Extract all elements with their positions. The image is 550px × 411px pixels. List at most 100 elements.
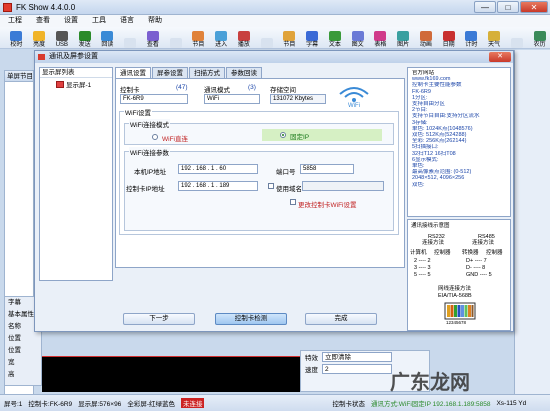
change-wifi-checkbox[interactable] xyxy=(290,199,296,205)
main-title-bar: FK Show 4.4.0.0 — □ ✕ xyxy=(0,0,550,15)
svg-text:WiFi: WiFi xyxy=(348,103,360,108)
wifi-direct-radio[interactable] xyxy=(152,134,158,140)
toolbar-label: 发送 xyxy=(78,42,91,48)
toolbar-button[interactable]: 动画 xyxy=(416,27,437,49)
wifi-mode-title: WiFi连接模式 xyxy=(129,119,170,129)
pc-label: 计算机 xyxy=(410,250,427,256)
net-pins: 12345678 xyxy=(446,320,467,325)
toolbar-button[interactable]: 节目 xyxy=(279,27,300,49)
toolbar-icon xyxy=(146,31,159,41)
wifi-icon: WiFi xyxy=(339,87,369,108)
close-button[interactable]: ✕ xyxy=(520,1,548,13)
toolbar-button[interactable]: 查看 xyxy=(143,27,164,49)
toolbar-button[interactable]: 回读 xyxy=(97,27,118,49)
converter-label: 转换器 xyxy=(462,250,479,256)
status-comm: 通讯方式:WiFi固定IP 192.168.1.189:5858 xyxy=(370,401,491,408)
rs485-row: D- ---- 8 xyxy=(466,265,486,271)
toolbar-button[interactable]: 表格 xyxy=(370,27,391,49)
menu-item[interactable]: 工程 xyxy=(8,15,22,27)
toolbar-button[interactable]: 计时 xyxy=(461,27,482,49)
menu-item[interactable]: 设置 xyxy=(64,15,78,27)
minimize-button[interactable]: — xyxy=(474,1,496,13)
comm-mode-select[interactable]: WiFi xyxy=(204,94,260,104)
toolbar-button[interactable] xyxy=(120,27,141,49)
fixed-ip-radio[interactable] xyxy=(280,132,286,138)
toolbar-button[interactable]: 进入 xyxy=(211,27,232,49)
toolbar-icon xyxy=(33,31,46,41)
menu-item[interactable]: 语言 xyxy=(120,15,134,27)
local-ip-input[interactable]: 192 . 168 . 1 . 60 xyxy=(178,164,258,174)
screen-list-item[interactable]: 显示屏-1 xyxy=(40,78,112,90)
toolbar-icon xyxy=(351,31,364,41)
next-step-button[interactable]: 下一步 xyxy=(123,313,195,325)
toolbar-button[interactable]: 亮度 xyxy=(29,27,50,49)
menu-item[interactable]: 工具 xyxy=(92,15,106,27)
use-domain-label: 使用域名 xyxy=(276,186,302,193)
net-title: 网线连接方法 xyxy=(438,286,472,292)
toolbar: 校时 亮度 USB 发送 回读 查看 节目 进入 播放 节目 字幕 文本 图文 表格 图片 动画 日期 计时 天气 农… xyxy=(0,27,550,49)
comm-settings-panel: 控制卡 (47) FK-6R9 通讯模式 (3) WiFi 存储空间 13107… xyxy=(115,78,405,268)
status-connection: 未连接 xyxy=(180,398,205,408)
app-icon xyxy=(3,3,12,12)
wiring-diagram-panel: 通讯接线示意图 RS232 连接方法 RS485 连接方法 计算机 控制器 转换… xyxy=(407,219,511,331)
toolbar-button[interactable]: 播放 xyxy=(234,27,255,49)
port-input[interactable]: 5858 xyxy=(300,164,354,174)
status-display: 显示屏:576×96 xyxy=(78,401,122,408)
effect-label: 特效 xyxy=(305,355,318,362)
screen-item-label: 显示屏-1 xyxy=(66,82,92,89)
finish-button[interactable]: 完成 xyxy=(305,313,377,325)
toolbar-button[interactable]: 发送 xyxy=(74,27,95,49)
toolbar-button[interactable]: 天气 xyxy=(484,27,505,49)
toolbar-label: 校时 xyxy=(10,42,23,48)
toolbar-button[interactable]: 文本 xyxy=(325,27,346,49)
toolbar-button[interactable]: 图文 xyxy=(347,27,368,49)
dialog-close-button[interactable]: ✕ xyxy=(489,52,511,62)
domain-input[interactable] xyxy=(302,181,384,191)
menu-item[interactable]: 帮助 xyxy=(148,15,162,27)
property-row: 宽 xyxy=(8,359,15,366)
toolbar-button[interactable]: 校时 xyxy=(6,27,27,49)
toolbar-label: 日期 xyxy=(442,42,455,48)
toolbar-icon xyxy=(55,31,68,41)
storage-value: 131072 Kbytes xyxy=(270,94,326,104)
toolbar-label: USB xyxy=(55,42,69,48)
toolbar-label: 动画 xyxy=(419,42,432,48)
rs485-row: GND ---- 5 xyxy=(466,272,492,278)
toolbar-icon xyxy=(10,31,23,41)
led-preview xyxy=(42,356,300,392)
card-select[interactable]: FK-6R9 xyxy=(120,94,188,104)
info-line: 双色: xyxy=(412,181,425,188)
toolbar-button[interactable] xyxy=(256,27,277,49)
use-domain-checkbox[interactable] xyxy=(268,183,274,189)
toolbar-button[interactable]: 字幕 xyxy=(302,27,323,49)
toolbar-button[interactable]: 图片 xyxy=(393,27,414,49)
storage-label: 存储空间 xyxy=(270,87,296,94)
toolbar-icon xyxy=(169,38,182,48)
toolbar-icon xyxy=(442,31,455,41)
toolbar-icon xyxy=(283,31,296,41)
screen-icon xyxy=(56,80,64,88)
dialog-title-bar: 通讯及屏参设置 ✕ xyxy=(35,51,513,63)
toolbar-button[interactable] xyxy=(507,27,528,49)
effect-value[interactable]: 2 xyxy=(322,364,392,374)
wifi-group-title: WiFi设置 xyxy=(124,107,152,117)
maximize-button[interactable]: □ xyxy=(497,1,519,13)
effect-value[interactable]: 立即清除 xyxy=(322,352,392,362)
toolbar-button[interactable]: 节目 xyxy=(188,27,209,49)
toolbar-label: 字幕 xyxy=(306,42,319,48)
toolbar-icon xyxy=(306,31,319,41)
menu-item[interactable]: 查看 xyxy=(36,15,50,27)
toolbar-label: 亮度 xyxy=(33,42,46,48)
toolbar-button[interactable]: USB xyxy=(52,27,73,49)
controller-label: 控制器 xyxy=(434,250,451,256)
card-detect-button[interactable]: 控制卡检测 xyxy=(215,313,287,325)
rs232-row: 5 ---- 5 xyxy=(414,272,431,278)
toolbar-icon xyxy=(374,31,387,41)
card-ip-input[interactable]: 192 . 168 . 1 . 189 xyxy=(178,181,258,191)
toolbar-button[interactable]: 日期 xyxy=(438,27,459,49)
property-row: 位置 xyxy=(8,347,21,354)
toolbar-button[interactable]: 农历 xyxy=(529,27,550,49)
toolbar-button[interactable] xyxy=(165,27,186,49)
wiring-title: 通讯接线示意图 xyxy=(411,223,450,229)
dialog-title: 通讯及屏参设置 xyxy=(49,53,98,60)
